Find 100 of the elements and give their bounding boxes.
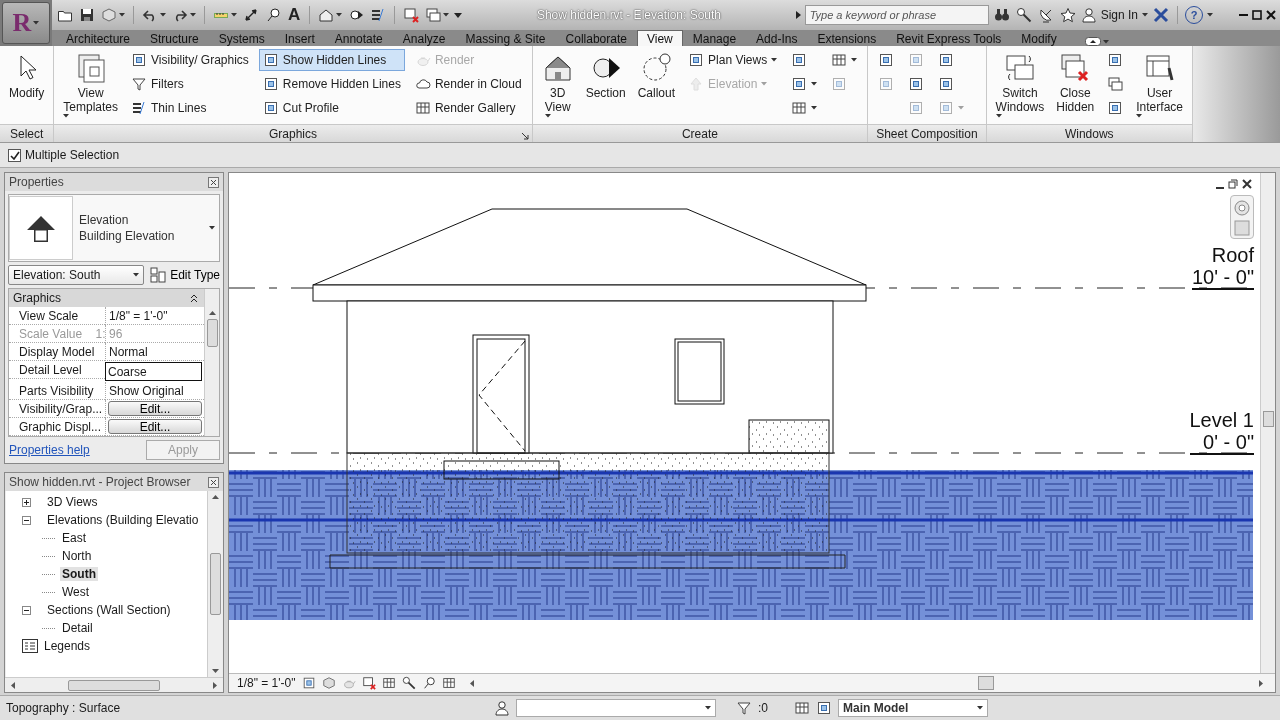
ribbon-tab[interactable]: Collaborate	[555, 30, 637, 46]
tool-button[interactable]: Section	[582, 49, 629, 103]
document-icon	[908, 52, 925, 68]
tool-button[interactable]: Modify	[6, 49, 48, 103]
dotted-line-icon	[42, 591, 56, 593]
launcher-arrow-icon	[521, 133, 529, 140]
caret-icon	[63, 114, 70, 118]
document-icon	[688, 52, 705, 68]
tool-button[interactable]: Remove Hidden Lines	[258, 73, 405, 95]
tool-button[interactable]: Render in Cloud	[410, 73, 526, 95]
tool-button[interactable]: Render Gallery	[410, 97, 526, 119]
caret-icon	[209, 226, 215, 230]
ribbon-tab[interactable]: View	[636, 30, 683, 46]
scrollbar-thumb[interactable]	[209, 553, 221, 615]
caret-icon	[231, 13, 237, 17]
document-icon	[816, 700, 832, 716]
lines-icon	[370, 7, 387, 23]
sign-in-link[interactable]: Sign In	[1100, 8, 1138, 22]
windows-icon	[425, 7, 442, 23]
expander-icon[interactable]	[22, 515, 31, 525]
caret-icon	[1102, 39, 1109, 44]
expander-icon[interactable]	[22, 605, 31, 615]
ribbon-tab[interactable]: Annotate	[324, 30, 393, 46]
scroll-left-icon	[469, 679, 474, 687]
properties-help-link[interactable]: Properties help	[9, 443, 90, 457]
window-title: Show hidden.rvt - Elevation: South	[535, 8, 722, 22]
tool-button[interactable]: Thin Lines	[127, 97, 253, 119]
edit-type-button[interactable]: Edit Type	[150, 267, 220, 283]
tool-button[interactable]: Switch Windows	[992, 49, 1048, 121]
expander-icon[interactable]	[22, 497, 31, 507]
checkbox-label: Multiple Selection	[25, 148, 120, 162]
section-marker-icon	[348, 7, 365, 23]
maximize-icon	[1252, 10, 1262, 20]
ribbon-tab[interactable]: Architecture	[56, 30, 141, 46]
property-name: View Scale	[9, 307, 105, 325]
cloud-icon	[414, 76, 431, 92]
tool-button[interactable]: Visibility/ Graphics	[127, 49, 253, 71]
scrollbar-thumb[interactable]	[206, 319, 218, 347]
ribbon-tab[interactable]: Modify	[1011, 30, 1067, 46]
tool-button[interactable]: User Interface	[1133, 49, 1186, 121]
ribbon-tab[interactable]: Structure	[140, 30, 209, 46]
tree-item[interactable]: Sections (Wall Section)	[45, 603, 173, 617]
tree-item[interactable]: Detail	[60, 621, 95, 635]
dimension-arrow-icon	[243, 7, 259, 23]
toolbar-button[interactable]	[1058, 6, 1077, 24]
property-name: Visibility/Grap...	[9, 400, 105, 418]
tool-button[interactable]: Show Hidden Lines	[258, 49, 405, 71]
document-icon	[938, 52, 955, 68]
checkbox[interactable]	[8, 148, 21, 162]
search-field[interactable]: Type a keyword or phrase	[804, 5, 989, 25]
scrollbar-thumb[interactable]	[68, 679, 160, 691]
tool-button[interactable]: View Templates	[60, 49, 122, 121]
toolbar-button[interactable]	[242, 6, 260, 24]
tree-item[interactable]: West	[60, 585, 92, 599]
group-header[interactable]: Graphics	[9, 289, 204, 307]
toolbar-button[interactable]	[424, 6, 451, 24]
view-scale[interactable]: 1/8" = 1'-0"	[237, 676, 296, 690]
caret-icon	[119, 13, 125, 17]
ribbon-tab[interactable]: Extensions	[807, 30, 887, 46]
caret-icon	[705, 706, 711, 710]
caret-icon	[761, 82, 768, 86]
tree-item[interactable]: East	[60, 531, 88, 545]
ribbon-tab[interactable]: Systems	[208, 30, 275, 46]
instance-dropdown[interactable]: Elevation: South	[8, 265, 145, 285]
tool-button[interactable]: Close Hidden	[1053, 49, 1098, 117]
windows-close-icon	[403, 7, 420, 23]
edit-button[interactable]: Edit...	[108, 401, 202, 416]
ribbon-tab[interactable]: Insert	[274, 30, 325, 46]
tree-item[interactable]: 3D Views	[45, 495, 100, 509]
text-tool-button[interactable]: A	[286, 5, 303, 25]
ribbon-tab[interactable]: Massing & Site	[455, 30, 556, 46]
caret-icon	[771, 58, 778, 62]
ribbon-tab[interactable]: Revit Express Tools	[886, 30, 1012, 46]
type-selector[interactable]: Elevation Building Elevation	[8, 194, 220, 262]
tree-item[interactable]: North	[60, 549, 94, 563]
edit-button[interactable]: Edit...	[108, 419, 202, 434]
tree-item[interactable]: Legends	[42, 639, 93, 653]
family-name: Elevation	[79, 212, 130, 228]
tree-item[interactable]: South	[60, 567, 98, 581]
value-field[interactable]: Coarse	[105, 362, 202, 381]
ribbon-tab[interactable]: Add-Ins	[746, 30, 808, 46]
ribbon-tab[interactable]: Manage	[682, 30, 747, 46]
grid-icon	[831, 52, 848, 68]
caret-icon	[1142, 13, 1148, 17]
dashed-circle-icon	[640, 52, 673, 84]
scrollbar-thumb[interactable]	[1262, 411, 1274, 427]
caret-icon	[1136, 114, 1143, 118]
tool-button[interactable]: Plan Views	[684, 49, 782, 71]
scrollbar-thumb[interactable]	[978, 676, 995, 690]
document-icon	[262, 100, 279, 116]
ribbon-tab[interactable]: Analyze	[392, 30, 456, 46]
tool-button[interactable]: 3D View	[538, 49, 577, 121]
tool-button[interactable]: Cut Profile	[258, 97, 405, 119]
toolbar-button[interactable]	[78, 6, 96, 24]
design-option-dropdown[interactable]: Main Model	[838, 699, 988, 717]
dotted-line-icon	[42, 627, 56, 629]
tool-button[interactable]: Filters	[127, 73, 253, 95]
minimize-icon	[1239, 14, 1248, 16]
tree-item[interactable]: Elevations (Building Elevatio	[45, 513, 201, 527]
tool-button[interactable]: Callout	[634, 49, 679, 103]
